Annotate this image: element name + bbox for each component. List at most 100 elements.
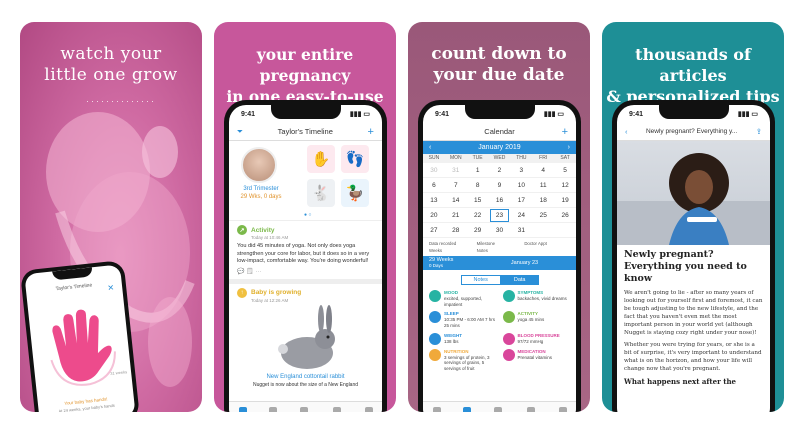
data-entry[interactable]: MOOD excited, supported, impatient: [429, 290, 497, 307]
tab-health[interactable]: health: [298, 406, 310, 412]
calendar-day[interactable]: 18: [532, 193, 555, 208]
entry-text: MOOD excited, supported, impatient: [444, 290, 497, 307]
tab-more[interactable]: more: [364, 406, 374, 412]
calendar-day[interactable]: 30: [488, 223, 511, 238]
calendar-day[interactable]: 16: [488, 193, 511, 208]
legend-item: Milestone: [476, 241, 496, 246]
pager-dots: ● ○: [304, 212, 312, 218]
animal-text: Nugget is now about the size of a New En…: [252, 381, 359, 388]
calendar-day[interactable]: 14: [444, 193, 467, 208]
share-icon[interactable]: ⇪: [756, 127, 762, 136]
entry-icon: [429, 348, 441, 361]
day-of-week: THU: [516, 155, 527, 161]
calendar-day[interactable]: 13: [423, 193, 445, 208]
data-entry[interactable]: ACTIVITY yoga 45 mins: [502, 311, 571, 328]
close-icon[interactable]: ✕: [107, 283, 115, 293]
calendar-grid: 30 31 1 2 3 4 5 6 7 8 9 10 11 12 13 14 15 16 17 18 19 20 21 22 2…: [423, 163, 576, 238]
rabbit-illustration: [278, 304, 335, 369]
phone-mockup: 9:41 ▮▮▮ ▭ Calendar + ‹ January 2019 › S…: [418, 100, 581, 412]
calendar-day[interactable]: 29: [466, 223, 489, 238]
calendar-day[interactable]: 8: [466, 178, 489, 193]
hand-illustration: [50, 309, 116, 386]
calendar-day[interactable]: 28: [444, 223, 467, 238]
calendar-day[interactable]: 6: [423, 178, 445, 193]
tab-community[interactable]: community: [520, 406, 542, 412]
tab-home[interactable]: home: [237, 406, 248, 412]
calendar-day[interactable]: 21: [444, 208, 467, 223]
hand-tile-icon[interactable]: ✋: [307, 145, 335, 173]
foot-tile-icon[interactable]: 👣: [341, 145, 369, 173]
calendar-day[interactable]: 17: [510, 193, 533, 208]
duck-tile-icon[interactable]: 🦆: [341, 179, 369, 207]
notes-data-toggle: Notes Data: [423, 275, 576, 285]
filter-icon[interactable]: ⏷: [237, 127, 243, 137]
legend-item: Data recorded: [429, 241, 457, 246]
panel-headline: watch your little one grow: [20, 44, 202, 86]
card-actions[interactable]: 💬 🗒 ···: [237, 268, 374, 275]
calendar-day[interactable]: 12: [554, 178, 576, 193]
weeks-label: 29 Wks, 0 days: [240, 194, 282, 200]
data-entries: MOOD excited, supported, impatient SYMPTOM…: [423, 290, 576, 372]
entry-value: Prenatal vitamins: [517, 354, 553, 360]
data-entry[interactable]: MEDICATION Prenatal vitamins: [502, 348, 571, 372]
legend-item: [524, 248, 570, 253]
data-entry[interactable]: BLOOD PRESSURE 97/72 mmHg: [502, 332, 571, 345]
calendar-day[interactable]: 30: [423, 163, 445, 178]
trimester-label: 3rd Trimester: [243, 186, 279, 192]
back-icon[interactable]: ‹: [625, 127, 628, 136]
calendar-day[interactable]: 5: [554, 163, 576, 178]
calendar-day[interactable]: 7: [444, 178, 467, 193]
tab-data[interactable]: Data: [500, 275, 539, 285]
calendar-day[interactable]: 22: [466, 208, 489, 223]
calendar-day[interactable]: 9: [488, 178, 511, 193]
calendar-day[interactable]: 25: [532, 208, 555, 223]
data-entry[interactable]: SYMPTOMS backaches, vivid dreams: [502, 290, 571, 307]
legend-item: Notes: [476, 248, 488, 253]
signal-battery-icon: ▮▮▮ ▭: [737, 111, 758, 118]
activity-card[interactable]: ↗ Activity Today at 10:46 AM You did 45 …: [229, 221, 382, 284]
calendar-day[interactable]: 31: [444, 163, 467, 178]
prev-month-icon[interactable]: ‹: [429, 144, 431, 151]
calendar-day[interactable]: 27: [423, 223, 445, 238]
panel-headline: count down to your due date: [408, 44, 590, 86]
nav-bar: ⏷ Taylor's Timeline +: [229, 123, 382, 141]
tab-home[interactable]: home: [431, 406, 442, 412]
calendar-day[interactable]: 19: [554, 193, 576, 208]
calendar-day[interactable]: 3: [510, 163, 533, 178]
phone-mockup: Taylor's Timeline ✕ 31 weeks Your baby h…: [20, 260, 141, 412]
data-entry[interactable]: SLEEP 10:35 PM - 6:00 AM 7 hrs 25 mins: [429, 311, 497, 328]
rabbit-tile-icon[interactable]: 🐇: [307, 179, 335, 207]
calendar-day[interactable]: [532, 223, 555, 238]
calendar-day[interactable]: 20: [423, 208, 445, 223]
entry-value: yoga 45 mins: [517, 317, 545, 323]
add-icon[interactable]: +: [368, 126, 374, 138]
day-of-week: FRI: [539, 155, 548, 161]
calendar-day[interactable]: [554, 223, 576, 238]
tab-calendar[interactable]: calendar: [458, 406, 475, 412]
tab-community[interactable]: community: [326, 406, 348, 412]
growing-card[interactable]: ↑ Baby is growing Today at 12:26 AM New …: [229, 284, 382, 392]
calendar-day[interactable]: 10: [510, 178, 533, 193]
calendar-day[interactable]: 4: [532, 163, 555, 178]
calendar-day[interactable]: 31: [510, 223, 533, 238]
month-header: ‹ January 2019 ›: [423, 141, 576, 154]
tab-health[interactable]: health: [492, 406, 504, 412]
tab-notes[interactable]: Notes: [460, 275, 501, 285]
tab-more[interactable]: more: [558, 406, 568, 412]
calendar-day[interactable]: 1: [466, 163, 489, 178]
data-entry[interactable]: NUTRITION 3 servings of protein, 3 servin…: [429, 348, 497, 372]
add-icon[interactable]: +: [562, 126, 568, 138]
calendar-day[interactable]: 23: [488, 208, 511, 223]
next-month-icon[interactable]: ›: [568, 144, 570, 151]
tab-calendar[interactable]: calendar: [264, 406, 281, 412]
calendar-day[interactable]: 15: [466, 193, 489, 208]
calendar-day[interactable]: 2: [488, 163, 511, 178]
calendar-day[interactable]: 11: [532, 178, 555, 193]
panel-articles: thousands of articles & personalized tip…: [602, 22, 784, 412]
calendar-day[interactable]: 24: [510, 208, 533, 223]
article-paragraph-1: We aren't going to lie - after so many y…: [624, 290, 763, 336]
calendar-day[interactable]: 26: [554, 208, 576, 223]
entry-value: 97/72 mmHg: [517, 338, 544, 344]
entry-icon: [502, 348, 515, 361]
data-entry[interactable]: WEIGHT 138 lbs: [429, 332, 497, 345]
